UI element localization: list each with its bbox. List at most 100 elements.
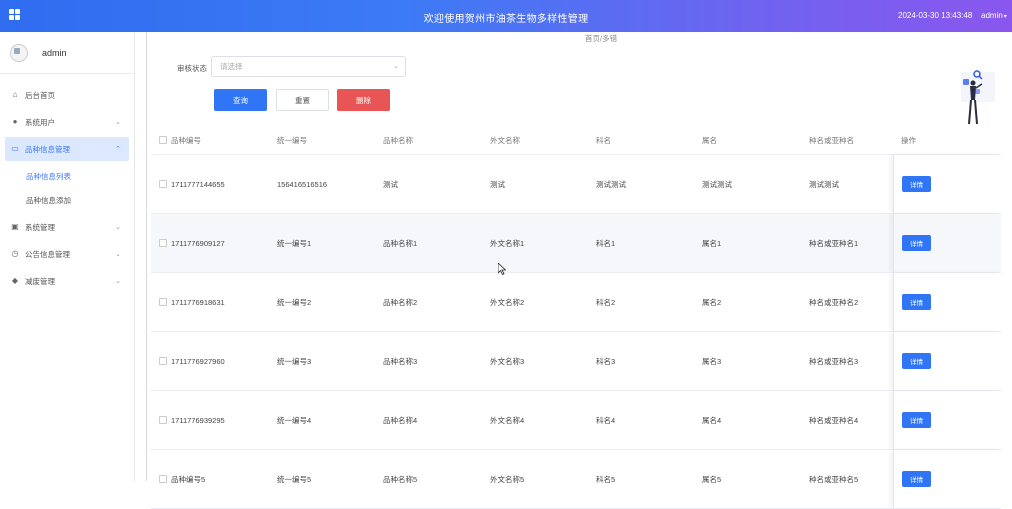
table-cell: 科名2 [596,297,616,307]
table-row[interactable]: 1711776939295 统一编号4 品种名称4 外文名称4 科名4 属名4 种名或亚种名… [151,391,1001,450]
profile-name: admin [42,47,67,58]
table-cell: 属名3 [702,356,722,366]
actions-cell: 详情 [893,273,1001,331]
table-cell: 种名或亚种名5 [809,474,859,484]
sidebar-item-system[interactable]: ▣ 系统管理 ⌄ [5,215,129,239]
row-checkbox[interactable] [159,239,167,247]
chevron-down-icon: ⌄ [115,251,121,258]
sidebar-item-label: 公告信息管理 [25,249,70,259]
table-row[interactable]: 品种编号5 统一编号5 品种名称5 外文名称5 科名5 属名5 种名或亚种名5 详情 [151,450,1001,509]
table-cell: 属名4 [702,415,722,425]
table-cell: 1711776909127 [171,238,225,248]
mouse-cursor-icon [498,263,506,275]
table-cell: 统一编号1 [277,238,312,248]
table-cell: 1711776927960 [171,356,225,366]
table-cell: 测试测试 [702,179,732,189]
detail-button[interactable]: 详情 [902,471,931,487]
table-cell: 品种名称1 [383,238,418,248]
sidebar-subitem-label: 品种信息列表 [26,171,71,181]
delete-button[interactable]: 删除 [337,89,390,111]
sidebar-item-home[interactable]: ⌂ 后台首页 [5,83,129,107]
divider [146,32,147,481]
table-cell: 1711777144655 [171,179,225,189]
filter-label: 审核状态 [177,64,207,73]
breadcrumb: 首页/多错 [585,34,618,43]
table-cell: 统一编号5 [277,474,312,484]
sidebar-subitem-variety-add[interactable]: 品种信息添加 [0,188,134,212]
table-cell: 1711776918631 [171,297,225,307]
column-header: 品种名称 [383,135,413,145]
clock-icon: ◷ [11,249,19,258]
table-cell: 156416516516 [277,179,328,189]
reset-button[interactable]: 重置 [276,89,329,111]
table-cell: 品种名称4 [383,415,418,425]
table-cell: 品种名称2 [383,297,418,307]
table-cell: 属名2 [702,297,722,307]
status-select[interactable]: 请选择 ⌄ [211,56,406,77]
column-header: 科名 [596,135,611,145]
chevron-down-icon: ⌄ [115,119,121,126]
table-cell: 外文名称1 [490,238,525,248]
row-checkbox[interactable] [159,298,167,306]
sidebar-profile: admin [0,32,134,74]
table-cell: 统一编号2 [277,297,312,307]
table-row[interactable]: 1711776918631 统一编号2 品种名称2 外文名称2 科名2 属名2 种名或亚种名… [151,273,1001,332]
select-placeholder: 请选择 [220,62,243,71]
row-checkbox[interactable] [159,475,167,483]
chevron-down-icon: ▾ [1003,14,1007,20]
top-bar: 欢迎使用贺州市油茶生物多样性管理 2024-03-30 13:43:48 adm… [0,0,1012,32]
table-cell: 品种名称3 [383,356,418,366]
actions-cell: 详情 [893,391,1001,449]
chevron-down-icon: ⌄ [393,63,399,70]
sidebar-item-waste[interactable]: ◆ 减废管理 ⌄ [5,269,129,293]
sidebar-item-label: 减废管理 [25,276,55,286]
table-cell: 测试 [383,179,398,189]
select-all-checkbox[interactable] [159,136,167,144]
table-row[interactable]: 1711777144655 156416516516 测试 测试 测试测试 测试测试 测试测… [151,155,1001,214]
main-content: 首页/多错 审核状态 请选择 ⌄ 查询 重置 删除 品种编号 统一编号 品种名称… [135,32,1012,509]
search-illustration [961,70,995,125]
chevron-down-icon: ⌄ [115,278,121,285]
user-dropdown[interactable]: admin▾ [981,11,1007,20]
search-button[interactable]: 查询 [214,89,267,111]
column-header: 统一编号 [277,135,307,145]
sidebar-subitem-variety-list[interactable]: 品种信息列表 [0,164,134,188]
table-cell: 种名或亚种名4 [809,415,859,425]
column-header: 品种编号 [171,135,201,145]
avatar [10,43,28,62]
row-checkbox[interactable] [159,416,167,424]
table-cell: 属名5 [702,474,722,484]
table-cell: 统一编号4 [277,415,312,425]
table-cell: 科名4 [596,415,616,425]
detail-button[interactable]: 详情 [902,412,931,428]
detail-button[interactable]: 详情 [902,353,931,369]
table-cell: 科名1 [596,238,616,248]
app-title: 欢迎使用贺州市油茶生物多样性管理 [423,14,589,25]
table-row[interactable]: 1711776909127 统一编号1 品种名称1 外文名称1 科名1 属名1 种名或亚种名… [151,214,1001,273]
sidebar-menu: ⌂ 后台首页 ● 系统用户 ⌄ ▭ 品种信息管理 ⌃ 品种信息列表 品种信息添加… [0,74,134,293]
column-header: 种名或亚种名 [809,135,854,145]
sidebar-item-label: 系统管理 [25,222,55,232]
table-cell: 品种编号5 [171,474,206,484]
detail-button[interactable]: 详情 [902,176,931,192]
table-cell: 科名5 [596,474,616,484]
column-header: 外文名称 [490,135,520,145]
table-cell: 科名3 [596,356,616,366]
sidebar-item-label: 系统用户 [25,117,55,127]
sidebar-item-variety-management[interactable]: ▭ 品种信息管理 ⌃ [5,137,129,161]
row-checkbox[interactable] [159,180,167,188]
detail-button[interactable]: 详情 [902,235,931,251]
actions-cell: 详情 [893,332,1001,390]
sidebar-item-announcements[interactable]: ◷ 公告信息管理 ⌄ [5,242,129,266]
chevron-down-icon: ⌄ [115,224,121,231]
sidebar-item-users[interactable]: ● 系统用户 ⌄ [5,110,129,134]
detail-button[interactable]: 详情 [902,294,931,310]
table-cell: 外文名称4 [490,415,525,425]
table-cell: 属名1 [702,238,722,248]
column-header: 操作 [901,135,916,145]
table-row[interactable]: 1711776927960 统一编号3 品种名称3 外文名称3 科名3 属名3 种名或亚种名… [151,332,1001,391]
table-cell: 测试 [490,179,505,189]
chevron-up-icon: ⌃ [115,146,121,153]
row-checkbox[interactable] [159,357,167,365]
table-header: 品种编号 统一编号 品种名称 外文名称 科名 属名 种名或亚种名 操作 [151,126,1001,155]
